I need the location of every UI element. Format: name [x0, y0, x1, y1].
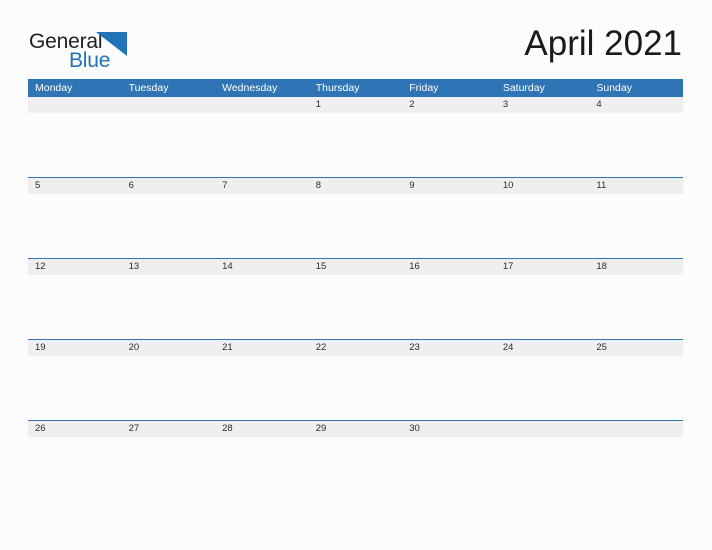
week-note-area[interactable]	[28, 356, 683, 420]
day-cell[interactable]: 1	[309, 97, 403, 113]
week-row: 19 20 21 22 23 24 25	[28, 339, 683, 420]
day-cell[interactable]: 6	[122, 178, 216, 194]
week-row: 26 27 28 29 30	[28, 420, 683, 501]
day-cell[interactable]: 13	[122, 259, 216, 275]
week-date-band: 19 20 21 22 23 24 25	[28, 340, 683, 356]
week-row: 1 2 3 4	[28, 97, 683, 177]
day-cell[interactable]	[589, 421, 683, 437]
day-cell[interactable]	[496, 421, 590, 437]
page-header: General Blue April 2021	[0, 0, 712, 78]
day-cell[interactable]	[122, 97, 216, 113]
day-cell[interactable]	[28, 97, 122, 113]
weekday-header-friday: Friday	[409, 82, 439, 94]
day-cell[interactable]: 10	[496, 178, 590, 194]
week-date-band: 5 6 7 8 9 10 11	[28, 178, 683, 194]
day-cell[interactable]: 25	[589, 340, 683, 356]
weekday-header-tuesday: Tuesday	[128, 82, 169, 94]
day-cell[interactable]: 29	[309, 421, 403, 437]
day-cell[interactable]: 4	[589, 97, 683, 113]
day-cell[interactable]: 7	[215, 178, 309, 194]
day-cell[interactable]: 3	[496, 97, 590, 113]
weekday-header-wednesday: Wednesday	[222, 82, 278, 94]
general-blue-logo[interactable]: General Blue	[29, 31, 179, 73]
week-note-area[interactable]	[28, 113, 683, 177]
day-cell[interactable]: 23	[402, 340, 496, 356]
week-date-band: 26 27 28 29 30	[28, 421, 683, 437]
day-cell[interactable]: 11	[589, 178, 683, 194]
day-cell[interactable]: 15	[309, 259, 403, 275]
weekday-header-monday: Monday	[35, 82, 73, 94]
day-cell[interactable]: 14	[215, 259, 309, 275]
week-row: 5 6 7 8 9 10 11	[28, 177, 683, 258]
day-cell[interactable]: 30	[402, 421, 496, 437]
day-cell[interactable]: 16	[402, 259, 496, 275]
day-cell[interactable]: 19	[28, 340, 122, 356]
week-note-area[interactable]	[28, 437, 683, 501]
weekday-header-sunday: Sunday	[596, 82, 632, 94]
day-cell[interactable]: 8	[309, 178, 403, 194]
day-cell[interactable]: 20	[122, 340, 216, 356]
weekday-header-row: Monday Tuesday Wednesday Thursday Friday…	[28, 79, 683, 97]
day-cell[interactable]: 2	[402, 97, 496, 113]
logo-text-blue: Blue	[69, 49, 111, 72]
day-cell[interactable]: 9	[402, 178, 496, 194]
week-note-area[interactable]	[28, 194, 683, 258]
day-cell[interactable]: 21	[215, 340, 309, 356]
week-row: 12 13 14 15 16 17 18	[28, 258, 683, 339]
weekday-header-saturday: Saturday	[502, 82, 545, 94]
day-cell[interactable]: 28	[215, 421, 309, 437]
day-cell[interactable]	[215, 97, 309, 113]
calendar-grid: Monday Tuesday Wednesday Thursday Friday…	[28, 79, 683, 501]
day-cell[interactable]: 27	[122, 421, 216, 437]
day-cell[interactable]: 22	[309, 340, 403, 356]
day-cell[interactable]: 5	[28, 178, 122, 194]
day-cell[interactable]: 18	[589, 259, 683, 275]
day-cell[interactable]: 12	[28, 259, 122, 275]
day-cell[interactable]: 24	[496, 340, 590, 356]
day-cell[interactable]: 17	[496, 259, 590, 275]
day-cell[interactable]: 26	[28, 421, 122, 437]
week-date-band: 12 13 14 15 16 17 18	[28, 259, 683, 275]
weekday-header-thursday: Thursday	[315, 82, 360, 94]
page-title: April 2021	[524, 24, 682, 63]
week-note-area[interactable]	[28, 275, 683, 339]
week-date-band: 1 2 3 4	[28, 97, 683, 113]
